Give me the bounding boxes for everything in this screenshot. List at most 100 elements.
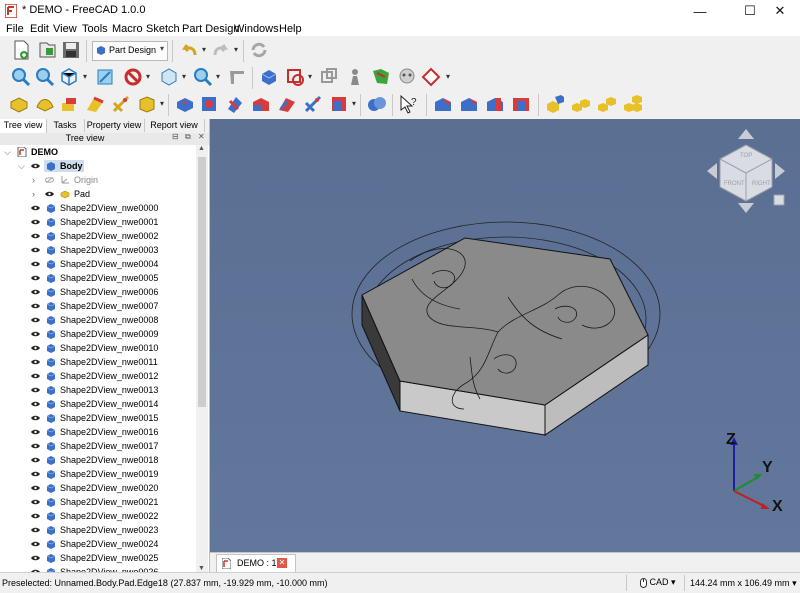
tree-item-row[interactable]: Shape2DView_nwe0025 bbox=[0, 551, 196, 565]
tree-item-row[interactable]: Shape2DView_nwe0017 bbox=[0, 439, 196, 453]
menu-part-design[interactable]: Part Design bbox=[182, 23, 239, 35]
subtractive-helix-icon[interactable] bbox=[302, 93, 324, 115]
visibility-eye-icon[interactable] bbox=[31, 541, 40, 547]
tree-item-row[interactable]: Shape2DView_nwe0009 bbox=[0, 327, 196, 341]
nav-arrow-down-icon[interactable] bbox=[738, 203, 754, 213]
close-tab-icon[interactable]: ✕ bbox=[277, 558, 287, 568]
scrollbar-thumb[interactable] bbox=[198, 157, 206, 407]
tab-tasks[interactable]: Tasks bbox=[46, 119, 85, 132]
menu-view[interactable]: View bbox=[53, 23, 77, 35]
visibility-eye-icon[interactable] bbox=[31, 373, 40, 379]
menu-edit[interactable]: Edit bbox=[30, 23, 49, 35]
shape-binder-icon[interactable] bbox=[370, 66, 392, 88]
additive-helix-icon[interactable] bbox=[110, 93, 132, 115]
visibility-eye-icon[interactable] bbox=[31, 303, 40, 309]
visibility-eye-icon[interactable] bbox=[31, 345, 40, 351]
close-window-button[interactable]: ✕ bbox=[760, 0, 800, 22]
visibility-eye-icon[interactable] bbox=[31, 457, 40, 463]
chevron-down-icon[interactable]: ⌵ bbox=[4, 145, 11, 159]
undo-icon[interactable] bbox=[178, 39, 200, 61]
visibility-eye-icon[interactable] bbox=[31, 359, 40, 365]
view-dimensions-selector[interactable]: 144.24 mm x 106.49 mm ▾ bbox=[690, 578, 797, 589]
fit-all-icon[interactable] bbox=[10, 66, 32, 88]
subtractive-primitive-icon[interactable] bbox=[328, 93, 350, 115]
tree-item-row[interactable]: Shape2DView_nwe0024 bbox=[0, 537, 196, 551]
tree-item-row[interactable]: Shape2DView_nwe0013 bbox=[0, 383, 196, 397]
tree-item-row[interactable]: Shape2DView_nwe0023 bbox=[0, 523, 196, 537]
tree-scrollbar[interactable]: ▲ ▼ bbox=[196, 145, 208, 572]
tree-item-row[interactable]: Shape2DView_nwe0000 bbox=[0, 201, 196, 215]
tree-origin-row[interactable]: › Origin bbox=[0, 173, 196, 187]
menu-file[interactable]: File bbox=[6, 23, 24, 35]
pawn-icon[interactable] bbox=[344, 66, 366, 88]
visibility-eye-icon[interactable] bbox=[31, 387, 40, 393]
tree-item-row[interactable]: Shape2DView_nwe0003 bbox=[0, 243, 196, 257]
visibility-eye-icon[interactable] bbox=[31, 555, 40, 561]
float-icon[interactable]: ⧉ bbox=[185, 132, 191, 142]
visibility-eye-icon[interactable] bbox=[31, 499, 40, 505]
clone-icon[interactable] bbox=[396, 66, 418, 88]
refresh-icon[interactable] bbox=[248, 39, 270, 61]
create-sketch-icon[interactable] bbox=[284, 66, 306, 88]
tree-item-row[interactable]: Shape2DView_nwe0006 bbox=[0, 285, 196, 299]
visibility-eye-icon[interactable] bbox=[31, 275, 40, 281]
visibility-eye-icon[interactable] bbox=[31, 233, 40, 239]
measure-icon[interactable] bbox=[192, 66, 214, 88]
chevron-right-icon[interactable]: › bbox=[32, 173, 35, 187]
visibility-eye-icon[interactable] bbox=[31, 331, 40, 337]
visibility-eye-icon[interactable] bbox=[31, 163, 40, 169]
tree-item-row[interactable]: Shape2DView_nwe0014 bbox=[0, 397, 196, 411]
visibility-eye-icon[interactable] bbox=[31, 513, 40, 519]
tree-item-row[interactable]: Shape2DView_nwe0020 bbox=[0, 481, 196, 495]
caliper-icon[interactable] bbox=[226, 66, 248, 88]
new-document-icon[interactable] bbox=[10, 39, 32, 61]
tree-item-row[interactable]: Shape2DView_nwe0001 bbox=[0, 215, 196, 229]
additive-loft-icon[interactable] bbox=[58, 93, 80, 115]
visibility-eye-icon[interactable] bbox=[31, 289, 40, 295]
view-dropdown-icon[interactable]: ▾ bbox=[182, 72, 186, 81]
polar-pattern-icon[interactable] bbox=[596, 93, 618, 115]
tree-item-row[interactable]: Shape2DView_nwe0011 bbox=[0, 355, 196, 369]
tree-item-row[interactable]: Shape2DView_nwe0016 bbox=[0, 425, 196, 439]
tree-item-row[interactable]: Shape2DView_nwe0019 bbox=[0, 467, 196, 481]
menu-help[interactable]: Help bbox=[279, 23, 302, 35]
tree-item-row[interactable]: Shape2DView_nwe0008 bbox=[0, 313, 196, 327]
selection-dropdown-icon[interactable]: ▾ bbox=[146, 72, 150, 81]
chevron-right-icon[interactable]: › bbox=[32, 187, 35, 201]
chamfer-icon[interactable] bbox=[458, 93, 480, 115]
close-panel-icon[interactable]: ✕ bbox=[198, 132, 205, 141]
view-isometric-icon[interactable] bbox=[158, 66, 180, 88]
visibility-eye-icon[interactable] bbox=[31, 527, 40, 533]
tree-item-row[interactable]: Shape2DView_nwe0012 bbox=[0, 369, 196, 383]
view-menu-cube-icon[interactable] bbox=[773, 194, 785, 206]
tab-report-view[interactable]: Report view bbox=[144, 119, 205, 132]
collapse-icon[interactable]: ⊟ bbox=[172, 132, 179, 141]
nav-arrow-up-icon[interactable] bbox=[738, 129, 754, 139]
multitransform-icon[interactable] bbox=[622, 93, 644, 115]
fit-selection-icon[interactable] bbox=[34, 66, 56, 88]
draw-style-dropdown-icon[interactable]: ▾ bbox=[83, 72, 87, 81]
linear-pattern-icon[interactable] bbox=[570, 93, 592, 115]
menu-macro[interactable]: Macro bbox=[112, 23, 143, 35]
tree-item-row[interactable]: Shape2DView_nwe0002 bbox=[0, 229, 196, 243]
tree-item-row[interactable]: Shape2DView_nwe0007 bbox=[0, 299, 196, 313]
menu-tools[interactable]: Tools bbox=[82, 23, 108, 35]
visibility-eye-icon[interactable] bbox=[31, 205, 40, 211]
draft-icon[interactable] bbox=[484, 93, 506, 115]
3d-viewport[interactable]: TOP FRONT RIGHT Z Y X bbox=[210, 119, 800, 552]
additive-pipe-icon[interactable] bbox=[84, 93, 106, 115]
tree-item-row[interactable]: Shape2DView_nwe0010 bbox=[0, 341, 196, 355]
visibility-eye-icon[interactable] bbox=[31, 247, 40, 253]
save-icon[interactable] bbox=[60, 39, 82, 61]
undo-dropdown-icon[interactable]: ▾ bbox=[202, 45, 206, 54]
menu-windows[interactable]: Windows bbox=[234, 23, 279, 35]
visibility-eye-icon[interactable] bbox=[31, 429, 40, 435]
tree-item-row[interactable]: Shape2DView_nwe0005 bbox=[0, 271, 196, 285]
minimize-button[interactable]: — bbox=[680, 0, 720, 22]
redo-icon[interactable] bbox=[210, 39, 232, 61]
navigation-cube[interactable]: TOP FRONT RIGHT bbox=[707, 129, 785, 213]
subtractive-pipe-icon[interactable] bbox=[276, 93, 298, 115]
datum-plane-icon[interactable] bbox=[420, 66, 442, 88]
tree-item-row[interactable]: Shape2DView_nwe0026 bbox=[0, 565, 196, 572]
tree-item-row[interactable]: Shape2DView_nwe0022 bbox=[0, 509, 196, 523]
